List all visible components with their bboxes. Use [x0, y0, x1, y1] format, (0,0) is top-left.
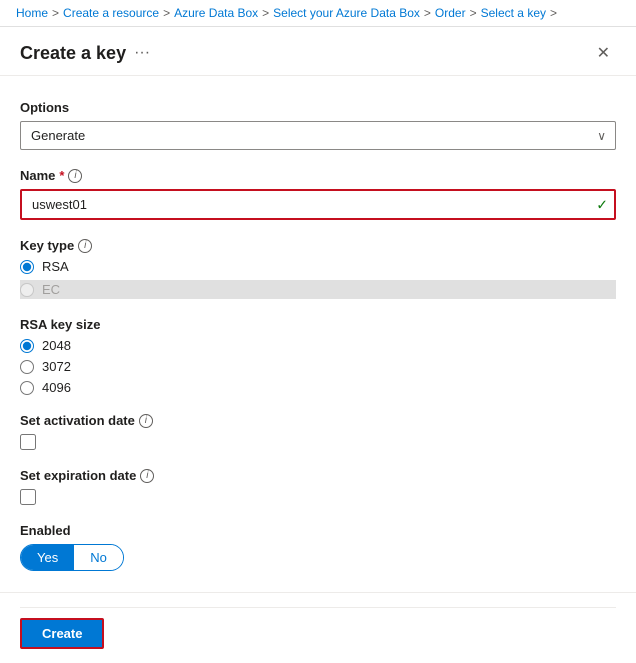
keytype-group: Key type i RSA EC: [20, 238, 616, 299]
breadcrumb-select-data-box[interactable]: Select your Azure Data Box: [273, 6, 420, 20]
activation-date-label-row: Set activation date i: [20, 413, 616, 428]
activation-date-info-icon[interactable]: i: [139, 414, 153, 428]
rsa-3072-radio[interactable]: [20, 360, 34, 374]
keytype-ec-item: EC: [20, 280, 616, 299]
footer-divider: [20, 607, 616, 608]
panel-body: Options Generate ∨ Name * i ✓ Key type i: [0, 76, 636, 663]
expiration-date-label: Set expiration date: [20, 468, 136, 483]
rsa-2048-item: 2048: [20, 338, 616, 353]
enabled-yes-button[interactable]: Yes: [21, 545, 74, 570]
breadcrumb-sep-4: >: [424, 6, 431, 20]
breadcrumb-sep-3: >: [262, 6, 269, 20]
options-select[interactable]: Generate: [20, 121, 616, 150]
activation-date-label: Set activation date: [20, 413, 135, 428]
expiration-date-info-icon[interactable]: i: [140, 469, 154, 483]
enabled-no-button[interactable]: No: [74, 545, 123, 570]
rsa-3072-label: 3072: [42, 359, 71, 374]
keytype-ec-label: EC: [42, 282, 60, 297]
keytype-rsa-radio[interactable]: [20, 260, 34, 274]
rsa-keysize-label: RSA key size: [20, 317, 616, 332]
rsa-2048-radio[interactable]: [20, 339, 34, 353]
rsa-keysize-group: RSA key size 2048 3072 4096: [20, 317, 616, 395]
breadcrumb-sep-5: >: [470, 6, 477, 20]
name-required-star: *: [59, 168, 64, 183]
keytype-rsa-item: RSA: [20, 259, 616, 274]
rsa-2048-label: 2048: [42, 338, 71, 353]
activation-date-group: Set activation date i: [20, 413, 616, 450]
name-label: Name: [20, 168, 55, 183]
rsa-keysize-radio-group: 2048 3072 4096: [20, 338, 616, 395]
breadcrumb-create-resource[interactable]: Create a resource: [63, 6, 159, 20]
expiration-date-checkbox[interactable]: [20, 489, 36, 505]
name-info-icon[interactable]: i: [68, 169, 82, 183]
name-input-wrapper: ✓: [20, 189, 616, 220]
breadcrumb: Home > Create a resource > Azure Data Bo…: [0, 0, 636, 27]
create-button[interactable]: Create: [20, 618, 104, 649]
panel-title-group: Create a key ···: [20, 43, 150, 64]
rsa-3072-item: 3072: [20, 359, 616, 374]
keytype-rsa-label: RSA: [42, 259, 69, 274]
rsa-4096-item: 4096: [20, 380, 616, 395]
panel-more-options[interactable]: ···: [134, 44, 150, 62]
name-group: Name * i ✓: [20, 168, 616, 220]
activation-date-checkbox[interactable]: [20, 434, 36, 450]
keytype-info-icon[interactable]: i: [78, 239, 92, 253]
expiration-date-group: Set expiration date i: [20, 468, 616, 505]
breadcrumb-sep-6: >: [550, 6, 557, 20]
panel-footer: Create: [0, 592, 636, 663]
enabled-group: Enabled Yes No: [20, 523, 616, 571]
breadcrumb-home[interactable]: Home: [16, 6, 48, 20]
breadcrumb-azure-data-box[interactable]: Azure Data Box: [174, 6, 258, 20]
panel-close-button[interactable]: ✕: [591, 41, 616, 65]
breadcrumb-sep-1: >: [52, 6, 59, 20]
options-select-wrapper: Generate ∨: [20, 121, 616, 150]
enabled-toggle[interactable]: Yes No: [20, 544, 124, 571]
activation-date-checkbox-item: [20, 434, 616, 450]
panel-title: Create a key: [20, 43, 126, 64]
name-input[interactable]: [20, 189, 616, 220]
breadcrumb-order[interactable]: Order: [435, 6, 466, 20]
keytype-label-row: Key type i: [20, 238, 616, 253]
breadcrumb-sep-2: >: [163, 6, 170, 20]
keytype-ec-radio[interactable]: [20, 283, 34, 297]
options-group: Options Generate ∨: [20, 100, 616, 150]
panel-header: Create a key ··· ✕: [0, 27, 636, 76]
rsa-4096-label: 4096: [42, 380, 71, 395]
name-label-row: Name * i: [20, 168, 616, 183]
keytype-radio-group: RSA EC: [20, 259, 616, 299]
name-valid-icon: ✓: [596, 196, 608, 213]
breadcrumb-select-key[interactable]: Select a key: [481, 6, 546, 20]
rsa-4096-radio[interactable]: [20, 381, 34, 395]
expiration-date-checkbox-item: [20, 489, 616, 505]
expiration-date-label-row: Set expiration date i: [20, 468, 616, 483]
enabled-label: Enabled: [20, 523, 616, 538]
options-label: Options: [20, 100, 616, 115]
keytype-label: Key type: [20, 238, 74, 253]
create-key-panel: Create a key ··· ✕ Options Generate ∨ Na…: [0, 27, 636, 663]
